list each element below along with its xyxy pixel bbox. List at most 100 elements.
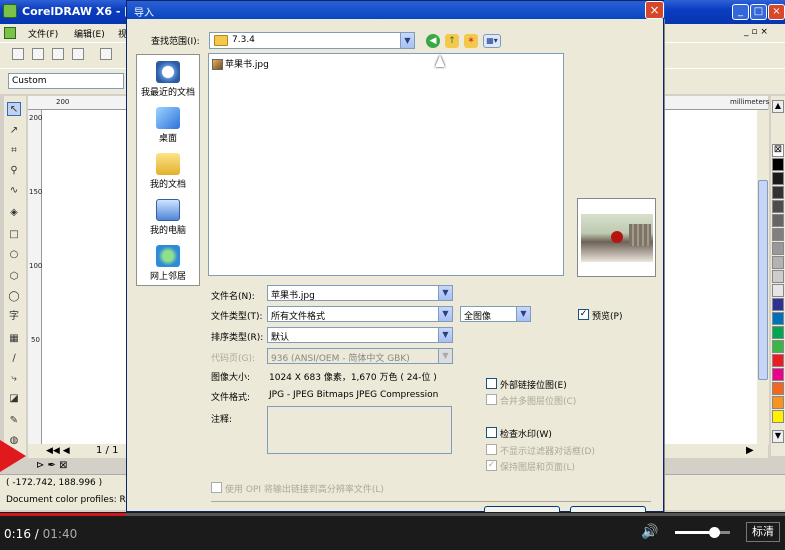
check-watermark-checkbox[interactable] — [486, 427, 497, 438]
filetype-dropdown[interactable]: 所有文件格式 ▼ — [267, 306, 453, 322]
filename-input[interactable]: 苹果书.jpg ▼ — [267, 285, 453, 301]
color-swatch[interactable] — [772, 410, 784, 423]
rectangle-tool-icon[interactable]: □ — [7, 228, 21, 242]
chevron-down-icon[interactable]: ▼ — [438, 307, 452, 321]
eyedropper-fill-icon[interactable]: ⊳ ✒ ⊠ — [36, 460, 68, 471]
color-swatch[interactable] — [772, 270, 784, 283]
color-swatch[interactable] — [772, 284, 784, 297]
new-document-icon[interactable] — [12, 48, 24, 60]
color-swatch[interactable] — [772, 326, 784, 339]
color-swatch[interactable] — [772, 214, 784, 227]
opi-checkbox[interactable] — [211, 482, 222, 493]
maximize-button[interactable]: □ — [750, 4, 767, 20]
color-swatch[interactable] — [772, 312, 784, 325]
cut-icon[interactable] — [100, 48, 112, 60]
pick-tool-icon[interactable]: ↖ — [7, 102, 21, 116]
books-shape — [629, 224, 651, 246]
view-menu-icon[interactable]: ▦▾ — [483, 34, 501, 48]
ruler-tick-label: 100 — [29, 262, 43, 270]
place-my-documents[interactable]: 我的文档 — [137, 153, 199, 190]
ruler-tick-label: 150 — [29, 188, 43, 196]
doc-window-controls[interactable]: _ ▫ × — [744, 27, 768, 37]
no-color-swatch[interactable]: ⊠ — [772, 144, 784, 157]
shape-tool-icon[interactable]: ↗ — [7, 124, 21, 138]
volume-knob[interactable] — [708, 527, 720, 538]
color-swatch[interactable] — [772, 186, 784, 199]
canvas-vertical-scrollbar[interactable] — [757, 110, 769, 445]
imagesize-value: 1024 X 683 像素，1,670 万色 ( 24-位 ) — [269, 373, 437, 383]
page-preset-dropdown[interactable]: Custom — [8, 73, 124, 89]
color-swatch[interactable] — [772, 172, 784, 185]
no-filter-dialog-label: 不显示过滤器对话框(D) — [500, 447, 595, 457]
place-my-computer[interactable]: 我的电脑 — [137, 199, 199, 236]
external-link-checkbox[interactable] — [486, 378, 497, 389]
place-label: 我的文档 — [149, 180, 186, 190]
place-desktop[interactable]: 桌面 — [137, 107, 199, 144]
new-folder-icon[interactable]: ✶ — [464, 34, 478, 48]
dialog-close-button[interactable]: × — [645, 1, 664, 19]
my-computer-icon — [156, 199, 180, 221]
no-filter-dialog-checkbox[interactable] — [486, 444, 497, 455]
quality-button[interactable]: 标清 — [746, 522, 780, 542]
color-swatch[interactable] — [772, 228, 784, 241]
color-swatch[interactable] — [772, 158, 784, 171]
image-mode-dropdown[interactable]: 全图像 ▼ — [460, 306, 531, 322]
look-in-label: 查找范围(I): — [151, 37, 200, 47]
app-close-button[interactable]: × — [768, 4, 785, 20]
back-icon[interactable]: ◀ — [426, 34, 440, 48]
print-icon[interactable] — [72, 48, 84, 60]
codepage-dropdown[interactable]: 936 (ANSI/OEM - 简体中文 GBK) ▼ — [267, 348, 453, 364]
place-network[interactable]: 网上邻居 — [137, 245, 199, 282]
page-nav-arrows[interactable]: ◀◀ ◀ — [46, 446, 70, 456]
red-pointer-arrow-icon — [0, 440, 26, 472]
open-icon[interactable] — [32, 48, 44, 60]
save-icon[interactable] — [52, 48, 64, 60]
chevron-down-icon[interactable]: ▼ — [516, 307, 530, 321]
menu-edit[interactable]: 编辑(E) — [74, 27, 105, 40]
chevron-down-icon[interactable]: ▼ — [400, 33, 414, 48]
file-item[interactable]: 苹果书.jpg — [212, 57, 269, 70]
text-tool-icon[interactable]: 字 — [7, 310, 21, 324]
color-swatch[interactable] — [772, 340, 784, 353]
sort-dropdown[interactable]: 默认 ▼ — [267, 327, 453, 343]
crop-tool-icon[interactable]: ⌗ — [7, 144, 21, 158]
mouse-cursor-icon — [435, 55, 445, 67]
palette-scroll-down-icon[interactable]: ▼ — [772, 430, 784, 443]
horizontal-scroll-arrow-icon[interactable]: ▶ — [746, 445, 754, 456]
place-recent[interactable]: 我最近的文档 — [137, 61, 199, 98]
merge-layers-checkbox[interactable] — [486, 394, 497, 405]
color-swatch[interactable] — [772, 298, 784, 311]
color-swatch[interactable] — [772, 382, 784, 395]
zoom-tool-icon[interactable]: ⚲ — [7, 164, 21, 178]
polygon-tool-icon[interactable]: ⬡ — [7, 270, 21, 284]
palette-scroll-up-icon[interactable]: ▲ — [772, 100, 784, 113]
file-list[interactable]: 苹果书.jpg — [208, 53, 564, 276]
color-swatch[interactable] — [772, 396, 784, 409]
basic-shapes-tool-icon[interactable]: ◯ — [7, 290, 21, 304]
scroll-thumb[interactable] — [758, 180, 768, 380]
menu-file[interactable]: 文件(F) — [28, 27, 58, 40]
sort-label: 排序类型(R): — [211, 333, 264, 343]
color-swatch[interactable] — [772, 242, 784, 255]
interactive-tool-icon[interactable]: ◪ — [7, 392, 21, 406]
freehand-tool-icon[interactable]: ∿ — [7, 184, 21, 198]
look-in-dropdown[interactable]: 7.3.4 ▼ — [209, 32, 415, 49]
ellipse-tool-icon[interactable]: ○ — [7, 248, 21, 262]
color-swatch[interactable] — [772, 354, 784, 367]
minimize-button[interactable]: _ — [732, 4, 749, 20]
color-swatch[interactable] — [772, 368, 784, 381]
chevron-down-icon[interactable]: ▼ — [438, 328, 452, 342]
table-tool-icon[interactable]: ▦ — [7, 332, 21, 346]
chevron-down-icon[interactable]: ▼ — [438, 286, 452, 300]
connector-tool-icon[interactable]: ⤷ — [7, 372, 21, 386]
volume-icon[interactable]: 🔊 — [641, 524, 658, 540]
smart-fill-tool-icon[interactable]: ◈ — [7, 206, 21, 220]
preview-checkbox[interactable]: ✓ — [578, 309, 589, 320]
color-swatch[interactable] — [772, 256, 784, 269]
eyedropper-tool-icon[interactable]: ✎ — [7, 414, 21, 428]
page-count: 1 / 1 — [96, 445, 119, 456]
color-swatch[interactable] — [772, 200, 784, 213]
dimension-tool-icon[interactable]: ∕ — [7, 352, 21, 366]
up-folder-icon[interactable]: ↑ — [445, 34, 459, 48]
keep-layers-checkbox[interactable]: ✓ — [486, 460, 497, 471]
